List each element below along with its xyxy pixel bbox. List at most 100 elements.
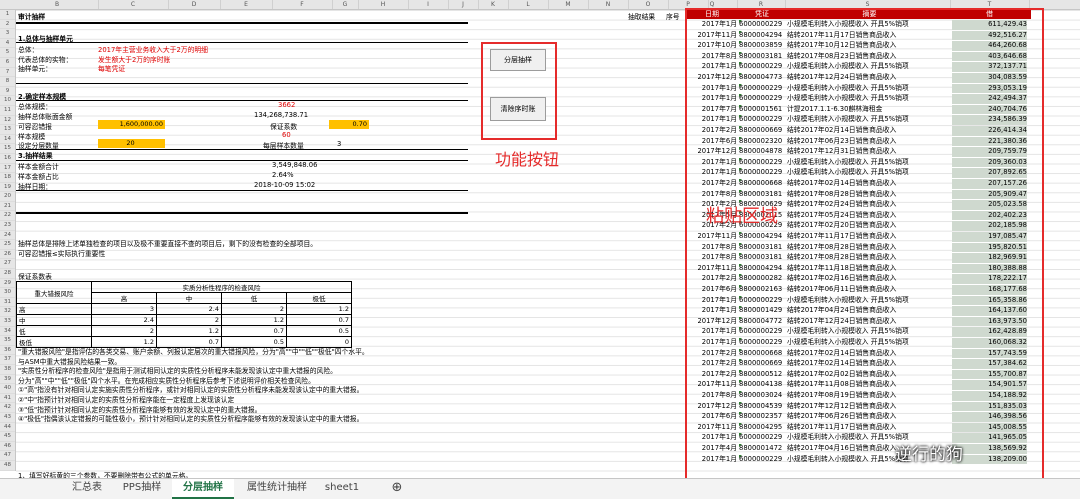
row-header[interactable]: 48 [0, 461, 15, 471]
row-header[interactable]: 47 [0, 451, 15, 461]
risk-row-header: 重大错报风险 [16, 281, 92, 304]
tab-pps[interactable]: PPS抽样 [114, 479, 170, 497]
column-header[interactable]: L [508, 0, 549, 9]
row-header[interactable]: 45 [0, 432, 15, 442]
clear-journal-button[interactable]: 清除序时账 [490, 97, 546, 121]
row-header[interactable]: 30 [0, 288, 15, 298]
column-header[interactable]: M [548, 0, 589, 9]
row-header[interactable]: 10 [0, 96, 15, 106]
column-header[interactable]: N [588, 0, 629, 9]
risk-row: 高 3 2.4 2 1.2 [16, 303, 352, 315]
confidence-input[interactable]: 0.70 [329, 120, 369, 129]
row-header[interactable]: 21 [0, 202, 15, 212]
row-header[interactable]: 24 [0, 231, 15, 241]
row-header[interactable]: 33 [0, 317, 15, 327]
row-header[interactable]: 17 [0, 164, 15, 174]
row-header[interactable]: 16 [0, 154, 15, 164]
row-header[interactable]: 13 [0, 125, 15, 135]
spreadsheet[interactable]: BCDEFGHIJKLMNOPQRST 1 2 3 4 5 6 7 8 9 10 11 12 13 14 1… [0, 0, 1080, 478]
row-header[interactable]: 29 [0, 279, 15, 289]
row-header[interactable]: 14 [0, 135, 15, 145]
size-label: 总体规模： [18, 103, 52, 111]
column-header[interactable]: J [448, 0, 479, 9]
risk-cell: 0.7 [221, 325, 287, 337]
tab-summary[interactable]: 汇总表 [62, 479, 112, 497]
tolerable-input[interactable]: 1,600,000.00 [98, 120, 165, 129]
row-header[interactable]: 46 [0, 442, 15, 452]
row-header[interactable]: 12 [0, 116, 15, 126]
risk-table-caption: 保证系数表 [18, 273, 52, 281]
row-header[interactable]: 35 [0, 336, 15, 346]
plus-circle-icon[interactable]: ⊕ [388, 479, 406, 497]
result-header: 抽取结果 [628, 13, 656, 21]
row-header[interactable]: 18 [0, 173, 15, 183]
column-header[interactable]: F [272, 0, 333, 9]
row-header[interactable]: 2 [0, 20, 15, 30]
risk-row-name: 极低 [16, 336, 92, 348]
risk-cell: 0.5 [286, 325, 352, 337]
row-header[interactable]: 32 [0, 307, 15, 317]
tab-sheet1[interactable]: sheet1 [320, 479, 364, 497]
column-header[interactable]: G [332, 0, 359, 9]
row-header[interactable]: 15 [0, 144, 15, 154]
row-header[interactable]: 41 [0, 394, 15, 404]
section-results: 3.抽样结果 [18, 152, 53, 160]
row-header[interactable]: 40 [0, 384, 15, 394]
row-header[interactable]: 26 [0, 250, 15, 260]
row-header[interactable]: 25 [0, 240, 15, 250]
total-label: 样本金额合计 [18, 163, 59, 171]
amount-label: 抽样总体账面金额 [18, 113, 73, 121]
row-header[interactable]: 6 [0, 58, 15, 68]
row-header[interactable]: 19 [0, 183, 15, 193]
layered-sampling-button[interactable]: 分层抽样 [490, 49, 546, 71]
column-header[interactable]: C [98, 0, 169, 9]
row-header[interactable]: 37 [0, 355, 15, 365]
date-value: 2018-10-09 15:02 [254, 181, 316, 189]
row-header[interactable]: 36 [0, 346, 15, 356]
row-header[interactable]: 28 [0, 269, 15, 279]
tab-layered[interactable]: 分层抽样 [172, 479, 234, 499]
row-header[interactable]: 20 [0, 192, 15, 202]
risk-col-header: 极低 [286, 292, 352, 304]
row-header[interactable]: 7 [0, 68, 15, 78]
column-header[interactable]: H [358, 0, 409, 9]
row-header[interactable]: 22 [0, 211, 15, 222]
row-header[interactable]: 4 [0, 39, 15, 49]
row-header[interactable]: 23 [0, 221, 15, 231]
column-header[interactable]: I [408, 0, 449, 9]
row-header[interactable]: 9 [0, 87, 15, 97]
sheet-tabs[interactable]: 汇总表 PPS抽样 分层抽样 属性统计抽样 sheet1 ⊕ [0, 478, 1080, 499]
row-header[interactable]: 11 [0, 106, 15, 116]
risk-cell: 1.2 [91, 336, 157, 348]
column-header[interactable]: E [220, 0, 273, 9]
row-header[interactable]: 43 [0, 413, 15, 423]
row-header[interactable]: 3 [0, 29, 15, 39]
risk-cell: 1.2 [156, 325, 222, 337]
unit-value[interactable]: 每笔凭证 [98, 63, 125, 73]
tab-attribute[interactable]: 属性统计抽样 [236, 479, 318, 497]
risk-row-name: 中 [16, 314, 92, 326]
row-header[interactable]: 27 [0, 259, 15, 270]
row-header[interactable]: 34 [0, 327, 15, 337]
row-headers[interactable]: 1 2 3 4 5 6 7 8 9 10 11 12 13 14 15 16 17 18 19 20 21 22 23 24 2… [0, 10, 16, 471]
column-header[interactable]: O [628, 0, 669, 9]
risk-cell: 1.2 [221, 314, 287, 326]
risk-col-header: 高 [91, 292, 157, 304]
row-header[interactable]: 5 [0, 48, 15, 58]
row-header[interactable]: 31 [0, 298, 15, 308]
row-header[interactable]: 39 [0, 375, 15, 385]
risk-row-name: 低 [16, 325, 92, 337]
row-header[interactable]: 44 [0, 423, 15, 433]
note-line: ②"中"指预计针对相同认定的实质性分析程序能在一定程度上发现该认定 [18, 395, 235, 404]
buttons-annotation: 功能按钮 [495, 150, 560, 169]
row-header[interactable]: 42 [0, 403, 15, 413]
row-header[interactable]: 38 [0, 365, 15, 375]
column-header[interactable]: B [16, 0, 99, 9]
row-header[interactable]: 1 [0, 10, 15, 20]
column-header[interactable]: K [478, 0, 509, 9]
column-header[interactable]: D [168, 0, 221, 9]
risk-col-header: 低 [221, 292, 287, 304]
layers-input[interactable]: 20 [98, 139, 165, 148]
row-header[interactable]: 8 [0, 77, 15, 87]
population-value[interactable]: 2017年主营业务收入大于2万的明细 [98, 44, 208, 54]
